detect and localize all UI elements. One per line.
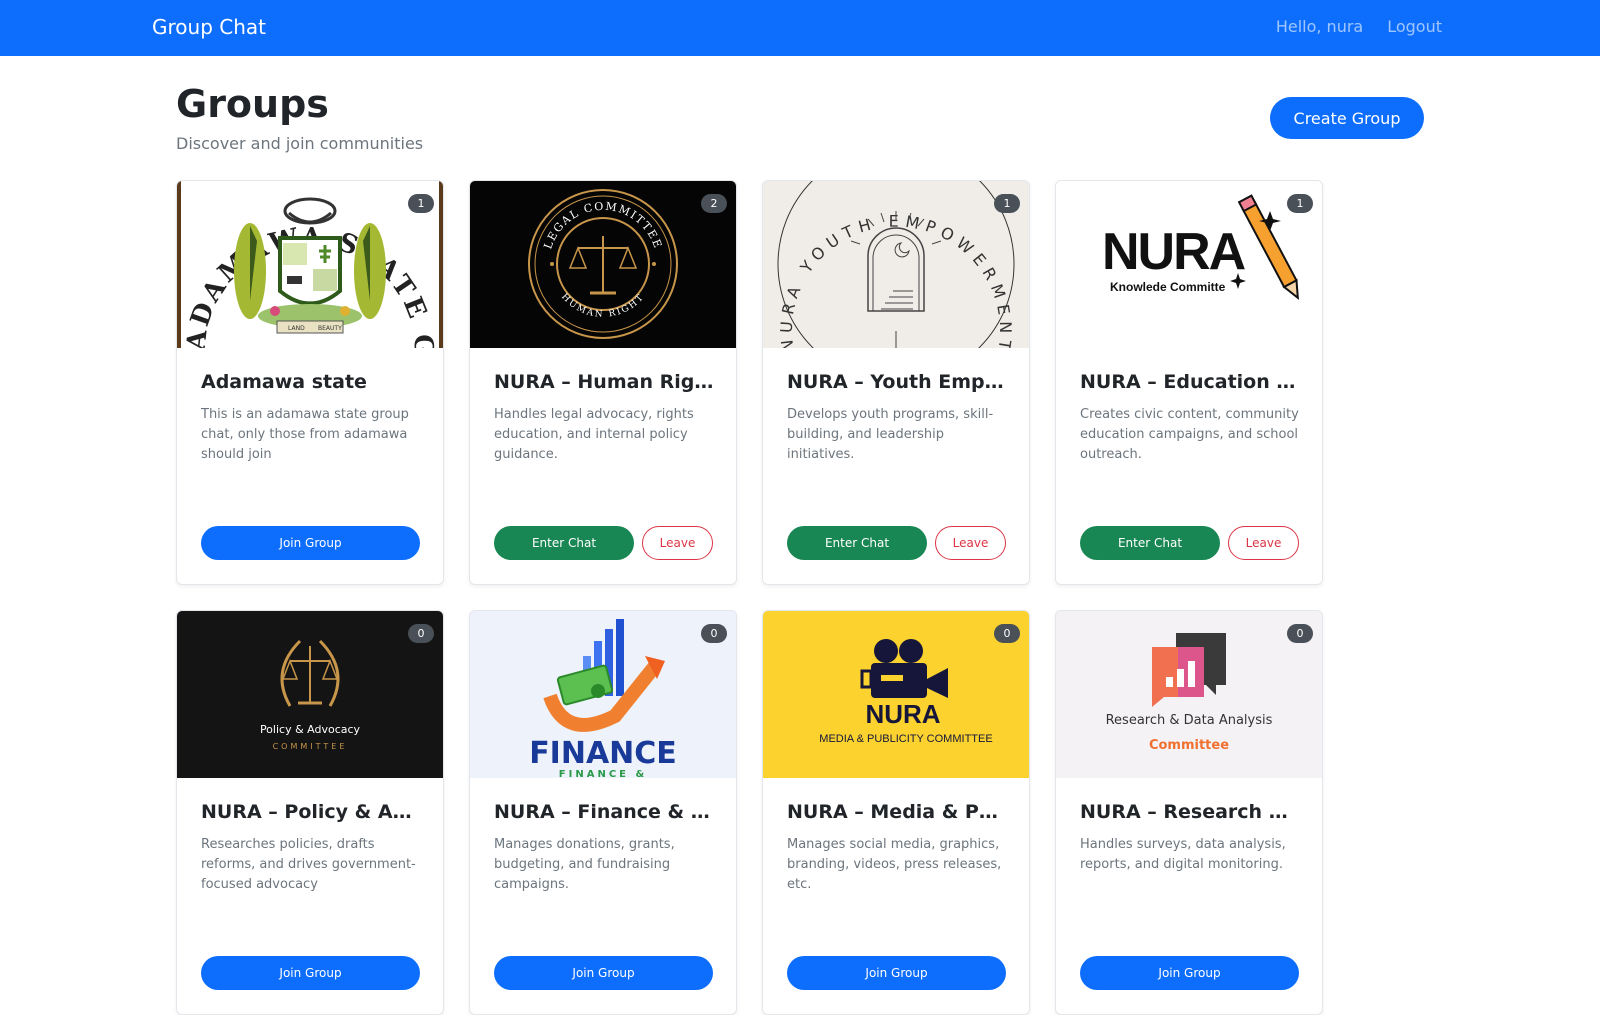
policy-committee-image: Policy & Advocacy COMMITTEE	[177, 611, 443, 778]
member-count-badge: 2	[701, 194, 727, 213]
group-image: FINANCE FINANCE & 0	[470, 611, 736, 778]
join-group-button[interactable]: Join Group	[1080, 956, 1299, 990]
logo-subtext: MEDIA & PUBLICITY COMMITTEE	[819, 733, 992, 745]
logout-link[interactable]: Logout	[1387, 17, 1442, 36]
group-card: ADAMAWA STATE GOVERNMENT LAND	[176, 180, 444, 585]
join-group-button[interactable]: Join Group	[201, 526, 420, 560]
image-title: Research & Data Analysis	[1106, 713, 1273, 728]
join-group-button[interactable]: Join Group	[201, 956, 420, 990]
enter-chat-button[interactable]: Enter Chat	[1080, 526, 1220, 560]
user-greeting[interactable]: Hello, nura	[1276, 17, 1363, 36]
member-count-badge: 0	[994, 624, 1020, 643]
group-name: Adamawa state	[201, 371, 367, 393]
enter-chat-button[interactable]: Enter Chat	[494, 526, 634, 560]
top-navbar: Group Chat Hello, nura Logout	[0, 0, 1600, 56]
logo-subtext: Knowlede Committe	[1110, 280, 1226, 294]
group-card: LEGAL COMMITTEE HUMAN RIGHT 2 NURA – Hum…	[469, 180, 737, 585]
group-name: NURA – Education & Awareness Committee	[1080, 371, 1302, 393]
card-actions: Join Group	[201, 526, 420, 560]
adamawa-crest-image: ADAMAWA STATE GOVERNMENT LAND	[177, 181, 443, 348]
card-actions: Join Group	[1080, 956, 1299, 990]
groups-grid: ADAMAWA STATE GOVERNMENT LAND	[176, 180, 1323, 1015]
enter-chat-button[interactable]: Enter Chat	[787, 526, 927, 560]
image-subtitle: FINANCE &	[559, 769, 647, 778]
group-card: NURA Knowlede Committe 1 NURA – Educatio…	[1055, 180, 1323, 585]
group-description: Develops youth programs, skill-building,…	[787, 407, 994, 462]
motto-right: BEAUTY	[318, 325, 342, 332]
image-title: FINANCE	[529, 736, 677, 771]
group-name: NURA – Finance & Fundraising Committee	[494, 801, 716, 823]
research-committee-image: Research & Data Analysis Committee	[1056, 611, 1322, 778]
legal-committee-image: LEGAL COMMITTEE HUMAN RIGHT	[470, 181, 736, 348]
group-description: Manages social media, graphics, branding…	[787, 837, 1002, 892]
join-group-button[interactable]: Join Group	[787, 956, 1006, 990]
group-card: FINANCE FINANCE & 0 NURA – Finance & Fun…	[469, 610, 737, 1015]
group-image: ADAMAWA STATE GOVERNMENT LAND	[177, 181, 443, 348]
member-count-badge: 0	[701, 624, 727, 643]
leave-button[interactable]: Leave	[935, 526, 1006, 560]
card-actions: Join Group	[787, 956, 1006, 990]
page-title: Groups	[176, 82, 329, 126]
group-card: Policy & Advocacy COMMITTEE 0 NURA – Pol…	[176, 610, 444, 1015]
group-description: Manages donations, grants, budgeting, an…	[494, 837, 675, 892]
group-name: NURA – Youth Empowerment Committee	[787, 371, 1009, 393]
motto-left: LAND	[288, 325, 305, 332]
page-subtitle: Discover and join communities	[176, 134, 424, 153]
leave-button[interactable]: Leave	[642, 526, 713, 560]
join-group-button[interactable]: Join Group	[494, 956, 713, 990]
group-description: Handles legal advocacy, rights education…	[494, 407, 694, 462]
image-title: Policy & Advocacy	[260, 723, 361, 736]
brand-link[interactable]: Group Chat	[152, 15, 266, 39]
group-name: NURA – Policy & Advocacy Committee	[201, 801, 423, 823]
member-count-badge: 0	[1287, 624, 1313, 643]
card-actions: Enter Chat Leave	[494, 526, 713, 560]
member-count-badge: 0	[408, 624, 434, 643]
logo-text: NURA	[865, 699, 940, 729]
logo-text: NURA	[1102, 223, 1246, 281]
group-image: Research & Data Analysis Committee 0	[1056, 611, 1322, 778]
group-description: This is an adamawa state group chat, onl…	[201, 407, 409, 462]
group-image: LEGAL COMMITTEE HUMAN RIGHT 2	[470, 181, 736, 348]
group-description: Creates civic content, community educati…	[1080, 407, 1299, 462]
member-count-badge: 1	[408, 194, 434, 213]
card-actions: Enter Chat Leave	[787, 526, 1006, 560]
member-count-badge: 1	[1287, 194, 1313, 213]
group-name: NURA – Media & Publicity Committee	[787, 801, 1009, 823]
card-actions: Join Group	[201, 956, 420, 990]
leave-button[interactable]: Leave	[1228, 526, 1299, 560]
group-description: Researches policies, drafts reforms, and…	[201, 837, 416, 892]
image-subtitle: Committee	[1149, 738, 1229, 753]
media-committee-image: NURA MEDIA & PUBLICITY COMMITTEE	[763, 611, 1029, 778]
group-image: NURA MEDIA & PUBLICITY COMMITTEE 0	[763, 611, 1029, 778]
member-count-badge: 1	[994, 194, 1020, 213]
group-card: NURA YOUTH EMPOWERMENT COMMITTEE 1 NURA …	[762, 180, 1030, 585]
group-description: Handles surveys, data analysis, reports,…	[1080, 837, 1286, 872]
group-image: NURA YOUTH EMPOWERMENT COMMITTEE 1	[763, 181, 1029, 348]
card-actions: Join Group	[494, 956, 713, 990]
group-card: NURA MEDIA & PUBLICITY COMMITTEE 0 NURA …	[762, 610, 1030, 1015]
youth-committee-image: NURA YOUTH EMPOWERMENT COMMITTEE	[763, 181, 1029, 348]
nav-right: Hello, nura Logout	[1276, 17, 1442, 36]
create-group-button[interactable]: Create Group	[1270, 97, 1424, 139]
image-subtitle: COMMITTEE	[273, 742, 348, 751]
group-name: NURA – Research & Data Analysis Committe…	[1080, 801, 1302, 823]
group-image: Policy & Advocacy COMMITTEE 0	[177, 611, 443, 778]
group-image: NURA Knowlede Committe 1	[1056, 181, 1322, 348]
education-committee-image: NURA Knowlede Committe	[1056, 181, 1322, 348]
finance-committee-image: FINANCE FINANCE &	[470, 611, 736, 778]
group-name: NURA – Human Rights & Legal Committee	[494, 371, 716, 393]
group-card: Research & Data Analysis Committee 0 NUR…	[1055, 610, 1323, 1015]
card-actions: Enter Chat Leave	[1080, 526, 1299, 560]
